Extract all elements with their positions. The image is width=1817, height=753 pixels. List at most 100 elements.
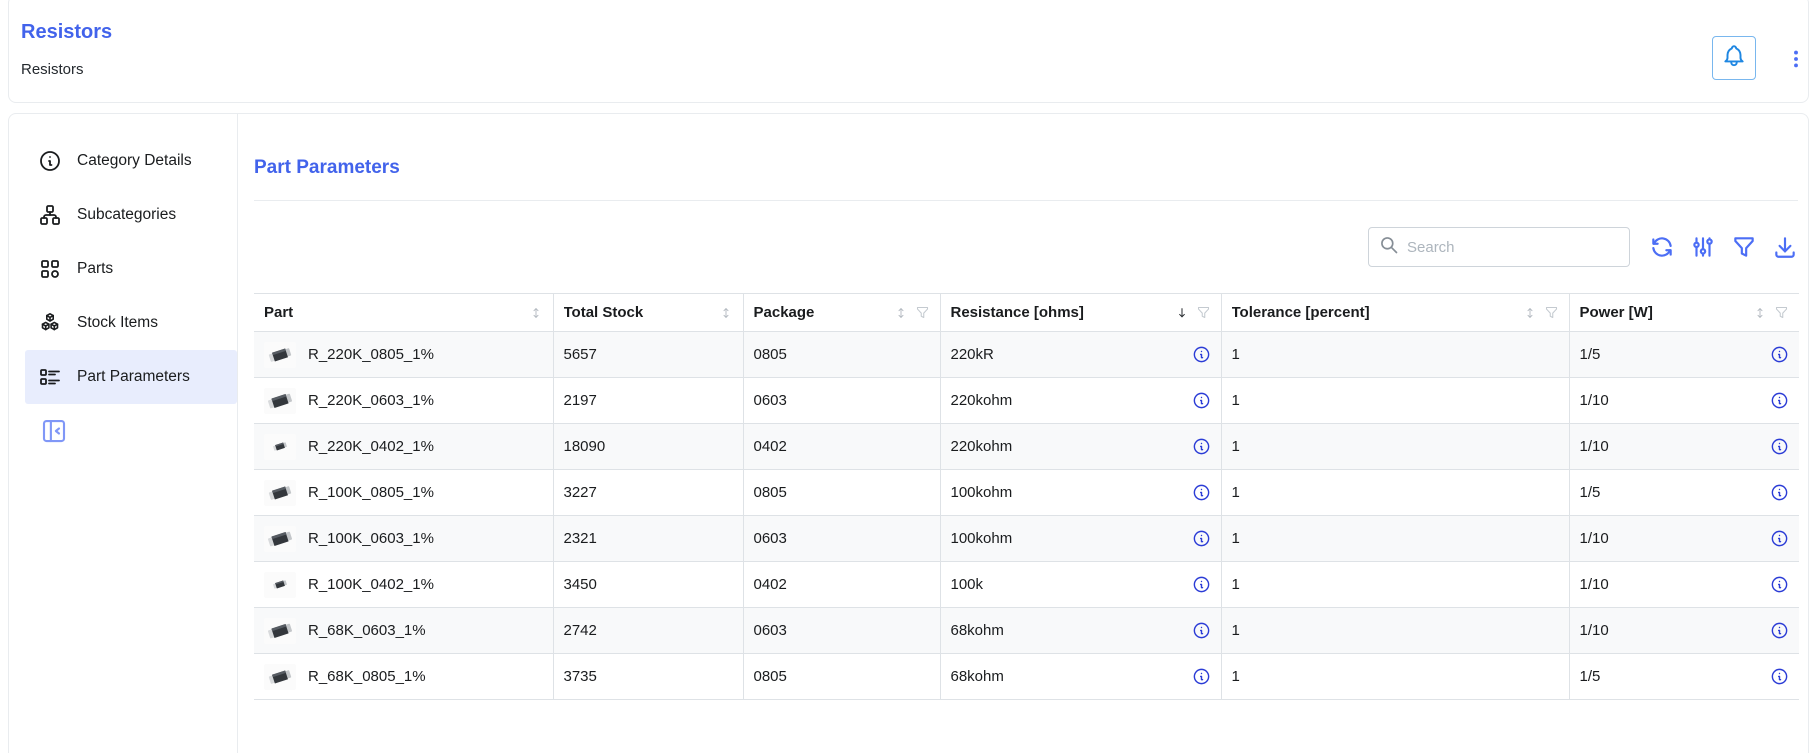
filter-icon[interactable] <box>1730 234 1757 261</box>
info-circle-icon[interactable] <box>1192 529 1211 548</box>
table-row[interactable]: R_220K_0402_1%180900402220kohm11/10 <box>254 424 1799 470</box>
resistance-value: 220kohm <box>951 392 1013 409</box>
package-value: 0402 <box>743 562 940 608</box>
page-title: Resistors <box>21 20 1796 44</box>
sidebar-item-subcategories[interactable]: Subcategories <box>25 188 237 242</box>
package-value: 0603 <box>743 378 940 424</box>
total-stock-value: 3227 <box>553 470 743 516</box>
power-value: 1/10 <box>1580 392 1609 409</box>
tolerance-value: 1 <box>1221 608 1569 654</box>
sort-selector-icon[interactable] <box>719 305 733 321</box>
breadcrumb[interactable]: Resistors <box>21 61 1796 78</box>
info-circle-icon[interactable] <box>1192 345 1211 364</box>
info-circle-icon[interactable] <box>1770 667 1789 686</box>
column-header-package[interactable]: Package <box>743 294 940 332</box>
part-thumbnail <box>264 618 296 644</box>
notifications-button[interactable] <box>1712 36 1756 80</box>
part-parameters-table: PartTotal StockPackage Resistance [ohms] T… <box>254 293 1799 700</box>
resistance-value: 220kR <box>951 346 994 363</box>
resistance-value: 100k <box>951 576 984 593</box>
packages-icon <box>38 311 62 335</box>
table-row[interactable]: R_100K_0805_1%32270805100kohm11/5 <box>254 470 1799 516</box>
bell-icon <box>1721 43 1747 74</box>
menu-button[interactable] <box>1786 39 1806 83</box>
column-header-total-stock[interactable]: Total Stock <box>553 294 743 332</box>
total-stock-value: 5657 <box>553 332 743 378</box>
search-box[interactable] <box>1368 227 1630 267</box>
power-value: 1/10 <box>1580 576 1609 593</box>
table-row[interactable]: R_100K_0402_1%34500402100k11/10 <box>254 562 1799 608</box>
sidebar-item-label: Part Parameters <box>77 368 190 386</box>
power-value: 1/5 <box>1580 668 1601 685</box>
info-circle-icon[interactable] <box>1770 437 1789 456</box>
column-filter-icon[interactable] <box>1774 305 1789 320</box>
info-circle-icon[interactable] <box>1192 575 1211 594</box>
column-label: Power [W] <box>1580 304 1754 321</box>
column-header-resistance-ohms[interactable]: Resistance [ohms] <box>940 294 1221 332</box>
package-value: 0805 <box>743 332 940 378</box>
sidebar-item-label: Stock Items <box>77 314 158 332</box>
info-circle-icon[interactable] <box>1192 621 1211 640</box>
category-sidebar: Category Details Subcategories Parts <box>9 114 238 753</box>
info-circle-icon[interactable] <box>1192 667 1211 686</box>
part-name: R_220K_0603_1% <box>308 392 434 409</box>
total-stock-value: 18090 <box>553 424 743 470</box>
package-value: 0805 <box>743 470 940 516</box>
sidebar-collapse-icon[interactable] <box>39 416 69 446</box>
sidebar-item-part-parameters[interactable]: Part Parameters <box>25 350 237 404</box>
sort-selector-icon[interactable] <box>1753 305 1767 321</box>
sidebar-item-parts[interactable]: Parts <box>25 242 237 296</box>
info-circle-icon[interactable] <box>1770 529 1789 548</box>
power-value: 1/10 <box>1580 622 1609 639</box>
sort-selector-icon[interactable] <box>894 305 908 321</box>
column-header-part[interactable]: Part <box>254 294 553 332</box>
sidebar-item-category-details[interactable]: Category Details <box>25 134 237 188</box>
info-circle-icon[interactable] <box>1192 483 1211 502</box>
info-circle-icon[interactable] <box>1770 345 1789 364</box>
part-name: R_220K_0805_1% <box>308 346 434 363</box>
info-circle-icon[interactable] <box>1192 391 1211 410</box>
part-thumbnail <box>264 572 296 598</box>
part-thumbnail <box>264 526 296 552</box>
column-filter-icon[interactable] <box>1544 305 1559 320</box>
package-value: 0402 <box>743 424 940 470</box>
info-circle-icon <box>38 149 62 173</box>
table-row[interactable]: R_68K_0603_1%2742060368kohm11/10 <box>254 608 1799 654</box>
info-circle-icon[interactable] <box>1192 437 1211 456</box>
sidebar-item-label: Parts <box>77 260 113 278</box>
info-circle-icon[interactable] <box>1770 575 1789 594</box>
info-circle-icon[interactable] <box>1770 391 1789 410</box>
total-stock-value: 2742 <box>553 608 743 654</box>
tolerance-value: 1 <box>1221 378 1569 424</box>
column-header-tolerance-percent[interactable]: Tolerance [percent] <box>1221 294 1569 332</box>
part-name: R_68K_0603_1% <box>308 622 426 639</box>
column-filter-icon[interactable] <box>1196 305 1211 320</box>
resistance-value: 68kohm <box>951 668 1004 685</box>
table-row[interactable]: R_220K_0603_1%21970603220kohm11/10 <box>254 378 1799 424</box>
sort-selector-icon[interactable] <box>1523 305 1537 321</box>
sidebar-item-label: Category Details <box>77 152 192 170</box>
sort-selector-icon[interactable] <box>529 305 543 321</box>
table-row[interactable]: R_220K_0805_1%56570805220kR11/5 <box>254 332 1799 378</box>
list-details-icon <box>38 365 62 389</box>
part-thumbnail <box>264 388 296 414</box>
column-header-power-w[interactable]: Power [W] <box>1569 294 1799 332</box>
sort-descending-icon[interactable] <box>1175 305 1189 321</box>
info-circle-icon[interactable] <box>1770 483 1789 502</box>
download-icon[interactable] <box>1771 234 1798 261</box>
column-label: Resistance [ohms] <box>951 304 1175 321</box>
page-header: Resistors Resistors <box>8 0 1809 103</box>
adjustments-icon[interactable] <box>1689 234 1716 261</box>
main-panel: Category Details Subcategories Parts <box>8 113 1809 753</box>
sitemap-icon <box>38 203 62 227</box>
refresh-icon[interactable] <box>1648 234 1675 261</box>
power-value: 1/5 <box>1580 346 1601 363</box>
search-input[interactable] <box>1407 239 1619 256</box>
table-row[interactable]: R_100K_0603_1%23210603100kohm11/10 <box>254 516 1799 562</box>
sidebar-item-stock-items[interactable]: Stock Items <box>25 296 237 350</box>
info-circle-icon[interactable] <box>1770 621 1789 640</box>
column-filter-icon[interactable] <box>915 305 930 320</box>
package-value: 0603 <box>743 608 940 654</box>
tolerance-value: 1 <box>1221 424 1569 470</box>
tolerance-value: 1 <box>1221 470 1569 516</box>
